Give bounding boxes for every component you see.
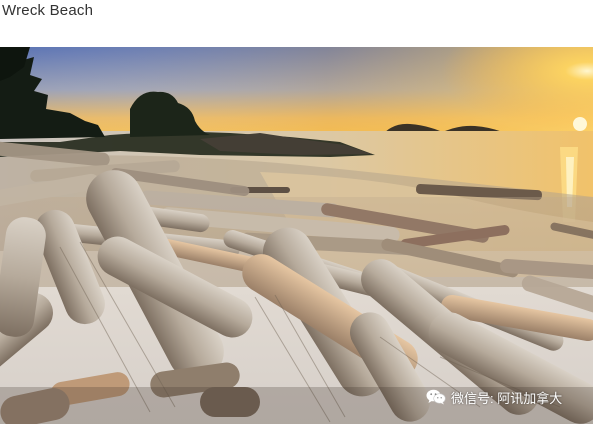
page: Wreck Beach 微信号: 阿讯加拿大	[0, 0, 593, 424]
watermark-text: 微信号: 阿讯加拿大	[451, 390, 563, 406]
beach-photo-illustration	[0, 47, 593, 424]
watermark: 微信号: 阿讯加拿大	[426, 386, 562, 408]
page-title: Wreck Beach	[2, 2, 94, 19]
wechat-icon	[426, 389, 446, 405]
beach-photo	[0, 47, 593, 424]
